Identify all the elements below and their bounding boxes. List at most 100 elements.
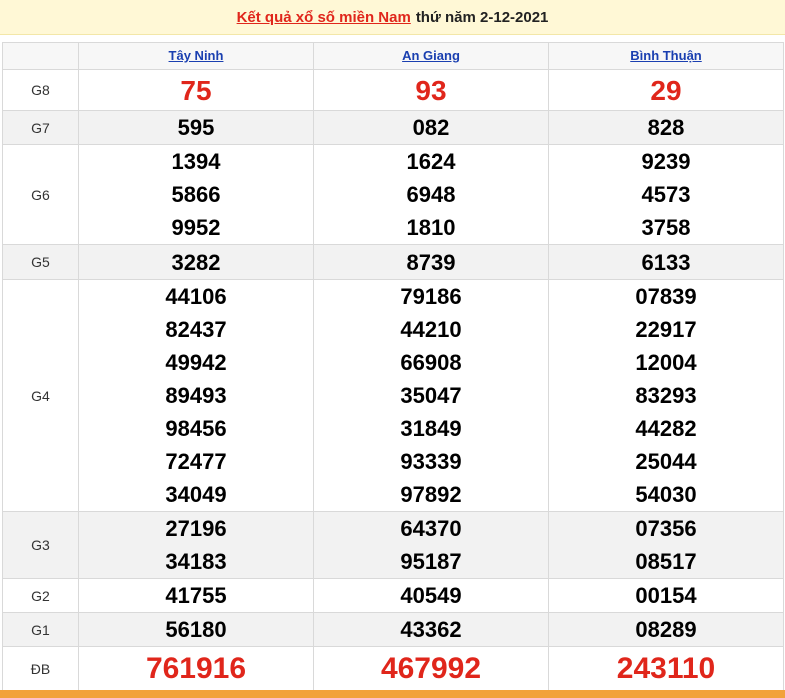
special-prize-number: 467992 — [380, 652, 482, 685]
result-number: 44282 — [635, 416, 697, 441]
result-number: 83293 — [635, 383, 697, 408]
result-number: 22917 — [635, 317, 697, 342]
result-number: 12004 — [635, 350, 697, 375]
result-number: 34183 — [165, 549, 227, 574]
result-number: 082 — [412, 115, 450, 140]
result-title: Kết quả xổ số miền Nam thứ năm 2-12-2021 — [0, 0, 785, 35]
result-number: 25044 — [635, 449, 697, 474]
result-number: 8739 — [406, 249, 456, 275]
result-cell: 40549 — [313, 578, 549, 613]
result-cell: 79186 44210 66908 35047 31849 93339 9789… — [313, 279, 549, 512]
header-blank-cell — [2, 42, 79, 70]
result-number: 08517 — [635, 549, 697, 574]
result-number: 4573 — [641, 182, 691, 207]
prize-row-special: ĐB 761916 467992 243110 — [2, 646, 784, 692]
result-number: 95187 — [400, 549, 462, 574]
prize-label: G3 — [2, 511, 79, 579]
prize-row-g4: G4 44106 82437 49942 89493 98456 72477 3… — [2, 279, 784, 512]
result-number: 3282 — [171, 249, 221, 275]
result-number: 54030 — [635, 482, 697, 507]
result-cell: 828 — [548, 110, 784, 145]
result-number: 43362 — [400, 617, 462, 642]
result-number: 1624 — [406, 149, 456, 174]
result-number: 72477 — [165, 449, 227, 474]
result-number: 08289 — [635, 617, 697, 642]
prize-label: G6 — [2, 144, 79, 245]
prize-label: G7 — [2, 110, 79, 145]
prize-row-g5: G5 3282 8739 6133 — [2, 244, 784, 280]
result-cell: 07839 22917 12004 83293 44282 25044 5403… — [548, 279, 784, 512]
prize-label: ĐB — [2, 646, 79, 692]
province-link-binh-thuan[interactable]: Bình Thuận — [630, 48, 702, 63]
result-cell: 75 — [78, 69, 314, 111]
result-cell: 8739 — [313, 244, 549, 280]
prize-label: G1 — [2, 612, 79, 647]
result-number: 3758 — [641, 215, 691, 240]
result-cell: 761916 — [78, 646, 314, 692]
result-number: 93 — [415, 74, 447, 106]
province-link-tay-ninh[interactable]: Tây Ninh — [169, 48, 224, 63]
prize-row-g8: G8 75 93 29 — [2, 69, 784, 111]
prize-label: G2 — [2, 578, 79, 613]
result-number: 40549 — [400, 583, 462, 608]
result-number: 5866 — [171, 182, 221, 207]
result-cell: 56180 — [78, 612, 314, 647]
result-number: 79186 — [400, 284, 462, 309]
result-cell: 243110 — [548, 646, 784, 692]
title-link[interactable]: Kết quả xổ số miền Nam — [237, 9, 411, 26]
result-cell: 9239 4573 3758 — [548, 144, 784, 245]
prize-label: G5 — [2, 244, 79, 280]
result-number: 41755 — [165, 583, 227, 608]
result-number: 595 — [177, 115, 215, 140]
result-number: 98456 — [165, 416, 227, 441]
result-number: 44106 — [165, 284, 227, 309]
result-cell: 6133 — [548, 244, 784, 280]
result-number: 89493 — [165, 383, 227, 408]
title-date: thứ năm 2-12-2021 — [415, 8, 549, 26]
result-number: 1810 — [406, 215, 456, 240]
result-number: 07356 — [635, 516, 697, 541]
result-cell: 082 — [313, 110, 549, 145]
result-cell: 43362 — [313, 612, 549, 647]
result-cell: 07356 08517 — [548, 511, 784, 579]
result-number: 31849 — [400, 416, 462, 441]
result-number: 07839 — [635, 284, 697, 309]
result-number: 27196 — [165, 516, 227, 541]
result-number: 828 — [647, 115, 685, 140]
result-cell: 595 — [78, 110, 314, 145]
result-number: 64370 — [400, 516, 462, 541]
result-number: 49942 — [165, 350, 227, 375]
result-cell: 64370 95187 — [313, 511, 549, 579]
prize-row-g3: G3 27196 34183 64370 95187 07356 08517 — [2, 511, 784, 579]
province-header: An Giang — [313, 42, 549, 70]
result-number: 44210 — [400, 317, 462, 342]
result-number: 29 — [650, 74, 682, 106]
result-cell: 1394 5866 9952 — [78, 144, 314, 245]
prize-row-g1: G1 56180 43362 08289 — [2, 612, 784, 647]
prize-label: G4 — [2, 279, 79, 512]
result-cell: 467992 — [313, 646, 549, 692]
result-cell: 3282 — [78, 244, 314, 280]
lottery-results-table: Tây Ninh An Giang Bình Thuận G8 75 93 29… — [2, 42, 784, 692]
prize-row-g6: G6 1394 5866 9952 1624 6948 1810 9239 45… — [2, 144, 784, 245]
result-cell: 29 — [548, 69, 784, 111]
result-cell: 1624 6948 1810 — [313, 144, 549, 245]
prize-label: G8 — [2, 69, 79, 111]
province-header-row: Tây Ninh An Giang Bình Thuận — [2, 42, 784, 70]
result-number: 93339 — [400, 449, 462, 474]
province-header: Bình Thuận — [548, 42, 784, 70]
result-cell: 44106 82437 49942 89493 98456 72477 3404… — [78, 279, 314, 512]
result-number: 82437 — [165, 317, 227, 342]
result-number: 56180 — [165, 617, 227, 642]
result-number: 1394 — [171, 149, 221, 174]
result-number: 00154 — [635, 583, 697, 608]
result-cell: 08289 — [548, 612, 784, 647]
result-number: 66908 — [400, 350, 462, 375]
result-cell: 27196 34183 — [78, 511, 314, 579]
result-number: 34049 — [165, 482, 227, 507]
prize-row-g7: G7 595 082 828 — [2, 110, 784, 145]
result-number: 9239 — [641, 149, 691, 174]
province-header: Tây Ninh — [78, 42, 314, 70]
special-prize-number: 243110 — [616, 652, 716, 685]
province-link-an-giang[interactable]: An Giang — [402, 48, 460, 63]
